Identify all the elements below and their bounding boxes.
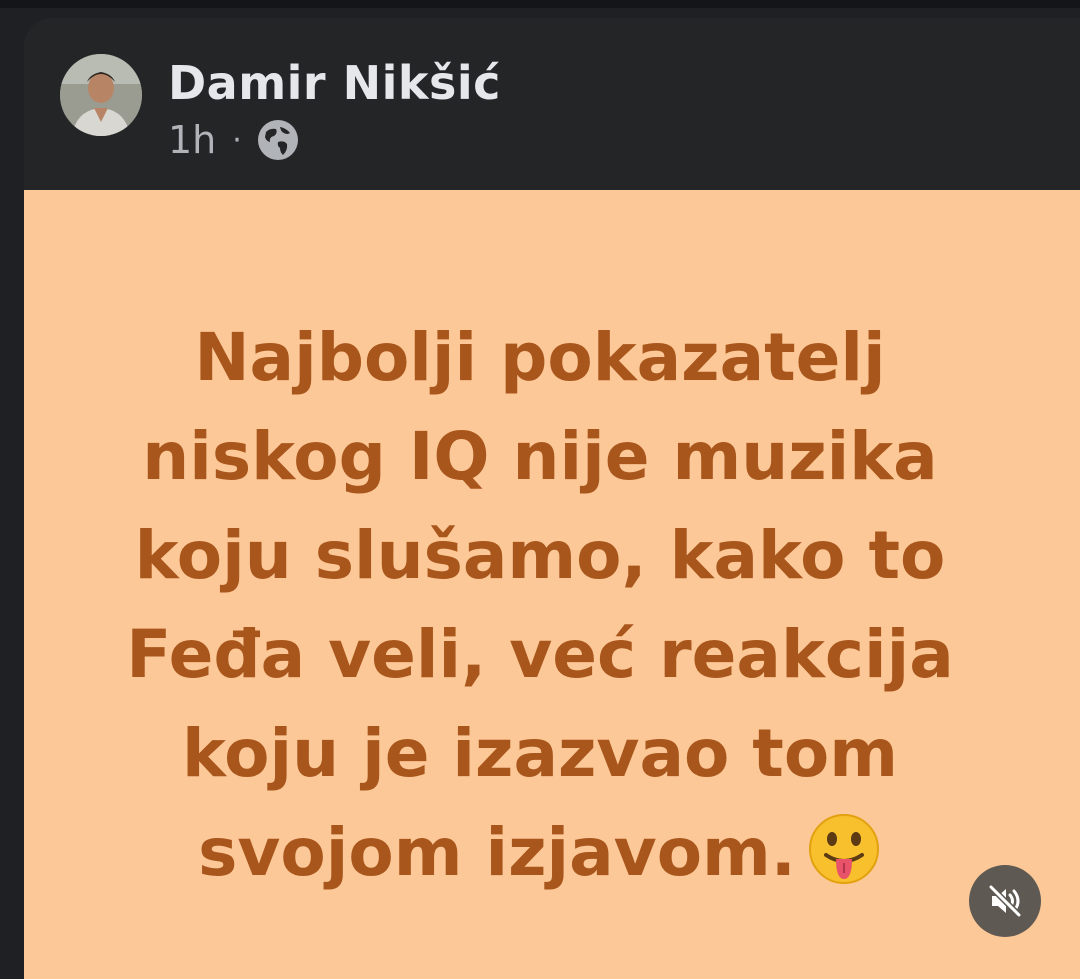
post-timestamp[interactable]: 1h [168,118,216,162]
avatar-photo [60,54,142,136]
message-line: koju je izazvao tom [182,715,898,792]
message-line-last: svojom izjavom. [80,803,1000,902]
mute-button[interactable] [969,865,1041,937]
post-text-background: Najbolji pokazatelj niskog IQ nije muzik… [24,190,1080,979]
globe-icon [257,120,298,160]
message-line: koju slušamo, kako to [134,517,946,594]
meta-separator: · [232,122,242,158]
author-name[interactable]: Damir Nikšić [168,56,501,110]
post-header: Damir Nikšić 1h · [24,18,1080,190]
post-message: Najbolji pokazatelj niskog IQ nije muzik… [80,308,1000,902]
speaker-muted-icon [988,884,1022,918]
message-line: niskog IQ nije muzika [142,418,938,495]
top-status-strip [0,0,1080,8]
message-line-text: svojom izjavom. [198,814,796,891]
face-with-tongue-emoji [808,813,879,884]
avatar[interactable] [60,54,142,136]
message-line: Feđa veli, već reakcija [126,616,954,693]
post-meta: 1h · [168,118,300,162]
message-line: Najbolji pokazatelj [194,319,886,396]
post-card: Damir Nikšić 1h · Najbolji pokazatelj ni… [24,18,1080,979]
